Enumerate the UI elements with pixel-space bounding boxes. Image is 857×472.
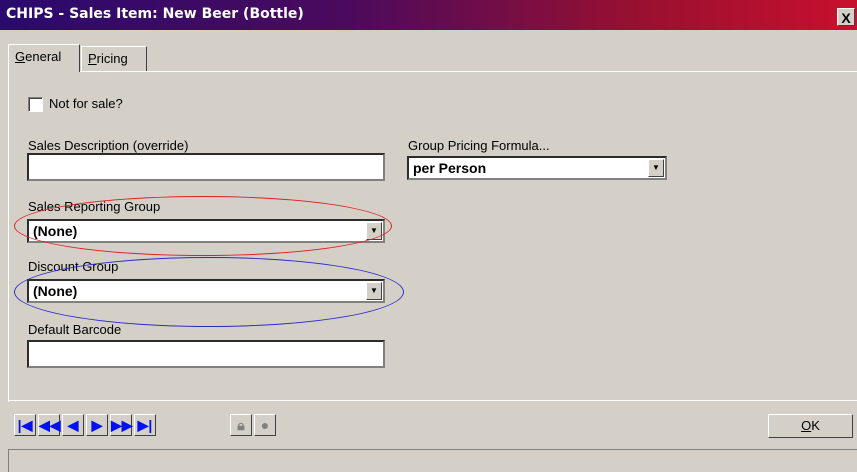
not-for-sale-label: Not for sale?	[49, 96, 123, 111]
ok-button[interactable]: OK	[768, 414, 853, 438]
title-bar: CHIPS - Sales Item: New Beer (Bottle) X	[0, 0, 857, 30]
group-pricing-label: Group Pricing Formula...	[408, 138, 550, 153]
group-pricing-select[interactable]: per Person ▼	[407, 156, 667, 180]
sales-description-input[interactable]	[27, 153, 385, 181]
tab-pricing-mnemonic: P	[88, 51, 97, 66]
chevron-down-icon[interactable]: ▼	[366, 222, 382, 240]
window-title: CHIPS - Sales Item: New Beer (Bottle)	[6, 6, 304, 22]
sales-description-label: Sales Description (override)	[28, 138, 189, 153]
tab-pricing[interactable]: Pricing	[81, 46, 147, 72]
default-barcode-input[interactable]	[27, 340, 385, 368]
tab-general-mnemonic: G	[15, 49, 26, 64]
next-record-icon[interactable]: ▶	[86, 414, 108, 436]
chevron-down-icon[interactable]: ▼	[648, 159, 664, 177]
discount-group-select[interactable]: (None) ▼	[27, 279, 385, 303]
status-bar	[8, 449, 857, 472]
discount-group-label: Discount Group	[28, 259, 119, 274]
tab-general[interactable]: General	[8, 44, 80, 72]
next-page-icon[interactable]: ▶▶	[110, 414, 133, 436]
default-barcode-label: Default Barcode	[28, 322, 122, 337]
ok-mnemonic: O	[801, 418, 812, 433]
record-circle-icon[interactable]: ●	[254, 414, 276, 436]
chevron-down-icon[interactable]: ▼	[366, 282, 382, 300]
ok-label: K	[811, 418, 820, 433]
discount-group-value: (None)	[33, 283, 78, 299]
previous-record-icon[interactable]: ◀	[62, 414, 84, 436]
first-record-icon[interactable]: |◀	[14, 414, 36, 436]
lock-icon[interactable]: 🔒︎	[230, 414, 252, 436]
previous-page-icon[interactable]: ◀◀	[38, 414, 61, 436]
tab-pricing-label: ricing	[96, 51, 128, 66]
sales-reporting-select[interactable]: (None) ▼	[27, 219, 385, 243]
sales-reporting-label: Sales Reporting Group	[28, 199, 161, 214]
bottom-toolbar: |◀ ◀◀ ◀ ▶ ▶▶ ▶| 🔒︎ ● OK	[8, 400, 857, 451]
close-button[interactable]: X	[837, 8, 855, 26]
not-for-sale-checkbox[interactable]	[28, 97, 43, 112]
tab-general-label: eneral	[25, 49, 62, 64]
group-pricing-value: per Person	[413, 160, 487, 176]
last-record-icon[interactable]: ▶|	[134, 414, 156, 436]
sales-reporting-value: (None)	[33, 223, 78, 239]
